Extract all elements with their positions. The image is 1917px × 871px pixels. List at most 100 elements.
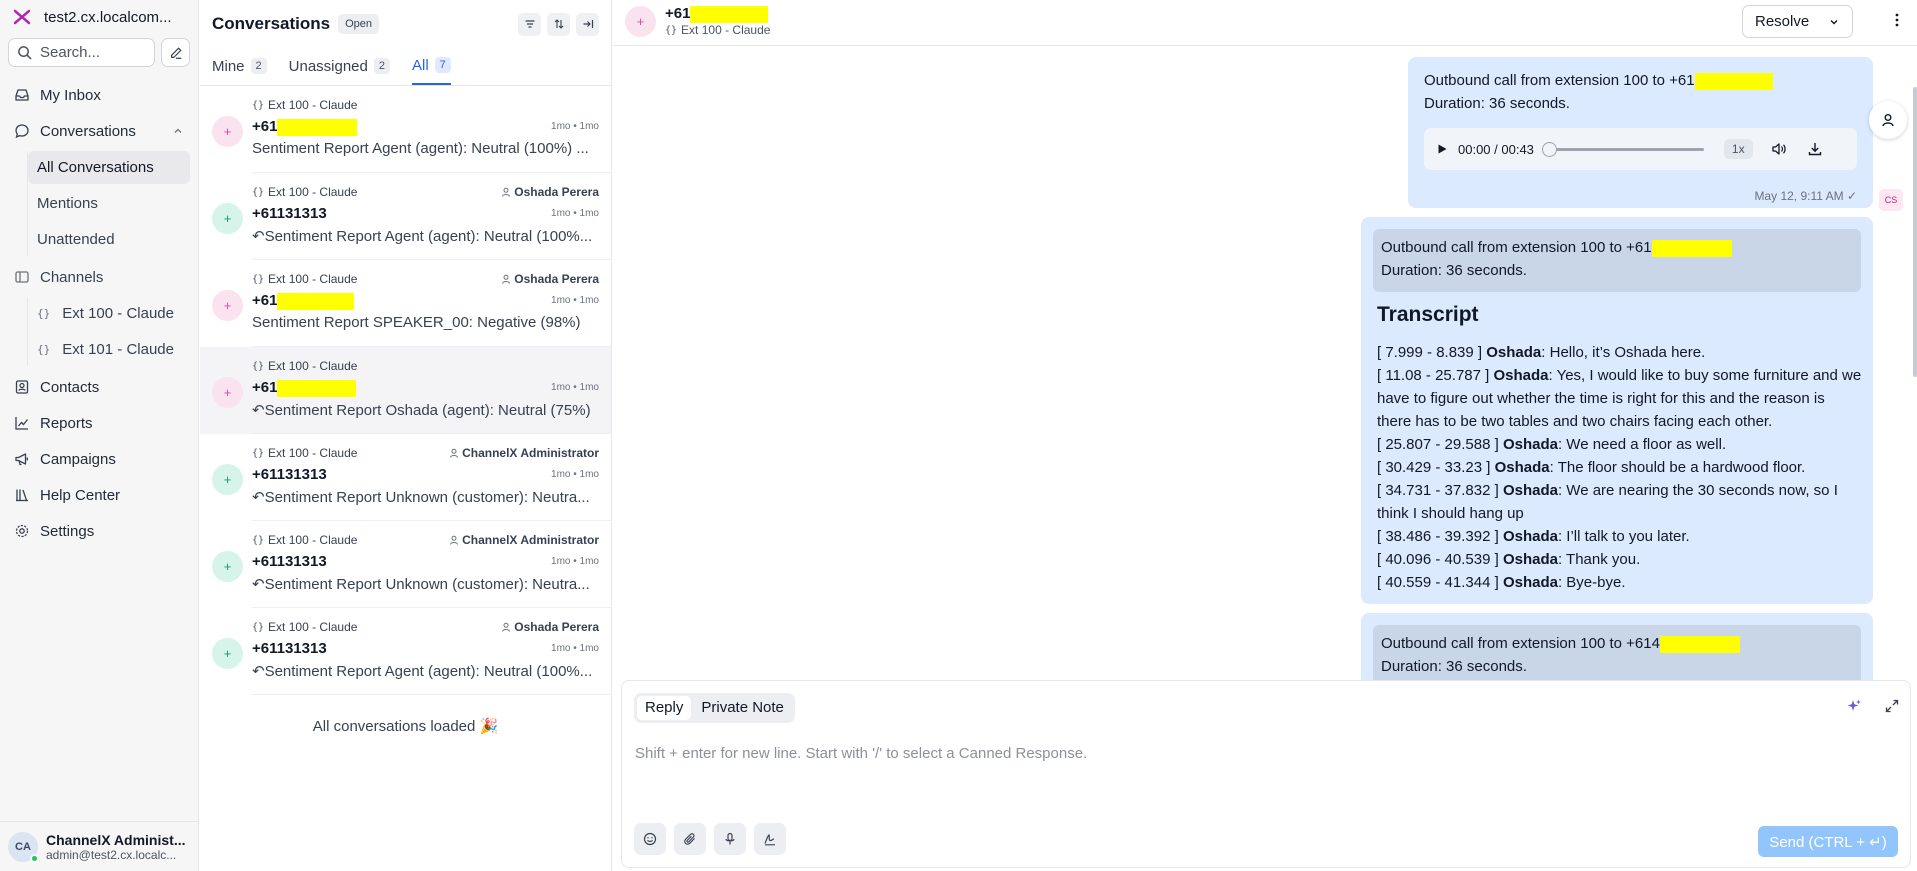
library-icon [16, 489, 28, 502]
download-icon[interactable] [1807, 141, 1823, 157]
record-audio-button[interactable] [714, 823, 746, 855]
channels-icon [15, 271, 29, 283]
transcript-speaker: Oshada [1502, 551, 1558, 568]
list-item[interactable]: + {} Ext 100 - Claude Oshada Perera +6113… [200, 608, 611, 695]
inbox-label: {} Ext 100 - Claude [252, 272, 357, 286]
playback-rate-button[interactable]: 1x [1723, 139, 1753, 159]
edit-icon [170, 47, 181, 59]
nav-my-inbox[interactable]: My Inbox [0, 77, 198, 113]
nav-reports[interactable]: Reports [0, 405, 198, 441]
user-profile[interactable]: CA ChannelX Administ... admin@test2.cx.l… [0, 821, 199, 871]
api-channel-icon: {} [37, 343, 51, 356]
message-thread: Outbound call from extension 100 to +61 … [613, 47, 1917, 680]
contact-name: +61 [252, 292, 355, 310]
tab-unassigned[interactable]: Unassigned 2 [289, 47, 390, 85]
reply-toolbar [634, 823, 786, 855]
call-duration: Duration: 36 seconds. [1381, 262, 1527, 279]
api-channel-icon: {} [252, 186, 265, 198]
emoji-button[interactable] [634, 823, 666, 855]
call-duration: Duration: 36 seconds. [1381, 658, 1527, 675]
sidebar: test2.cx.localcom... Search... My Inbox … [0, 0, 199, 871]
sort-button[interactable] [547, 12, 570, 36]
contact-avatar: + [212, 290, 243, 321]
compose-button[interactable] [161, 38, 190, 67]
chat-bubble-icon [15, 124, 29, 139]
ai-sparkle-icon[interactable] [1846, 698, 1862, 714]
nav-channel-ext100[interactable]: {} Ext 100 - Claude [28, 297, 190, 330]
tab-mine[interactable]: Mine 2 [212, 47, 267, 85]
send-button[interactable]: Send (CTRL + ↵) [1758, 826, 1898, 857]
tab-private-note[interactable]: Private Note [693, 696, 792, 720]
nav-campaigns[interactable]: Campaigns [0, 441, 198, 477]
reply-input[interactable]: Shift + enter for new line. Start with '… [635, 745, 1087, 762]
workspace-switcher[interactable]: test2.cx.localcom... [0, 0, 198, 34]
assignee: Oshada Perera [501, 185, 599, 199]
list-item[interactable]: + {} Ext 100 - Claude +61 1mo • 1mo Senti… [200, 86, 611, 173]
nav-help-center[interactable]: Help Center [0, 477, 198, 513]
status-filter-badge[interactable]: Open [338, 14, 380, 34]
collapse-panel-button[interactable] [576, 12, 599, 36]
nav-settings[interactable]: Settings [0, 513, 198, 549]
list-item[interactable]: + {} Ext 100 - Claude Oshada Perera +61 1… [200, 260, 611, 347]
contact-name: +61131313 [252, 205, 327, 222]
tab-all[interactable]: All 7 [411, 47, 451, 85]
message-bubble: Outbound call from extension 100 to +614… [1361, 613, 1873, 680]
transcript-range: [ 34.731 - 37.832 ] [1377, 482, 1499, 499]
transcript-line: [ 38.486 - 39.392 ] Oshada: I’ll talk to… [1377, 525, 1863, 548]
nav-mentions[interactable]: Mentions [28, 187, 190, 220]
assignee: ChannelX Administrator [449, 533, 599, 547]
contact-avatar: + [212, 116, 243, 147]
inbox-name: Ext 100 - Claude [268, 359, 358, 373]
user-name: ChannelX Administ... [46, 831, 186, 848]
chevron-up-icon[interactable] [172, 125, 184, 137]
nav-contacts[interactable]: Contacts [0, 369, 198, 405]
user-email: admin@test2.cx.localc... [46, 847, 177, 862]
audio-time: 00:00 / 00:43 [1458, 141, 1534, 157]
nav-conversations[interactable]: Conversations [0, 113, 198, 149]
nav-channel-ext101[interactable]: {} Ext 101 - Claude [28, 333, 190, 366]
audio-seek-bar[interactable] [1541, 141, 1704, 157]
contact-name-text: +61 [252, 118, 278, 135]
list-item[interactable]: + {} Ext 100 - Claude ChannelX Administra… [200, 434, 611, 521]
resolve-button[interactable]: Resolve [1742, 5, 1853, 38]
nav-settings-label: Settings [40, 522, 95, 540]
scrollbar[interactable] [1913, 87, 1917, 377]
filter-button[interactable] [518, 12, 541, 36]
nav-all-conversations[interactable]: All Conversations [28, 151, 190, 184]
sort-arrows-icon [554, 19, 563, 29]
tab-reply[interactable]: Reply [637, 696, 692, 720]
nav-channels[interactable]: Channels [0, 259, 198, 295]
avatar-initials: CA [15, 840, 31, 853]
inbox-icon [15, 89, 29, 101]
signature-button[interactable] [754, 823, 786, 855]
nav-unattended[interactable]: Unattended [28, 223, 190, 256]
inbox-name: Ext 100 - Claude [268, 533, 358, 547]
volume-icon[interactable] [1771, 141, 1787, 157]
conversation-list-title: Conversations [212, 14, 331, 33]
contact-details-toggle[interactable] [1869, 101, 1907, 139]
play-icon[interactable] [1436, 143, 1448, 155]
last-message-preview: ↶Sentiment Report Unknown (customer): Ne… [252, 488, 600, 506]
timestamp: 1mo • 1mo [551, 556, 599, 567]
more-vertical-icon[interactable] [1895, 12, 1899, 28]
reply-arrow-icon: ↶ [252, 663, 265, 680]
chevron-down-icon[interactable] [1828, 16, 1840, 28]
contact-name-text: +61 [252, 292, 278, 309]
list-item[interactable]: + {} Ext 100 - Claude +61 1mo • 1mo ↶Sent… [200, 347, 611, 434]
expand-icon[interactable] [1884, 698, 1900, 714]
list-item[interactable]: + {} Ext 100 - Claude ChannelX Administra… [200, 521, 611, 608]
nav-channels-label: Channels [40, 268, 104, 286]
contact-avatar: + [212, 203, 243, 234]
resolve-label: Resolve [1755, 13, 1810, 30]
attach-button[interactable] [674, 823, 706, 855]
contact-avatar[interactable]: + [625, 6, 656, 37]
audio-player: 00:00 / 00:43 1x [1424, 128, 1857, 170]
search-input[interactable]: Search... [8, 38, 155, 67]
contact-avatar: + [212, 377, 243, 408]
online-status-dot [30, 853, 39, 863]
transcript-text: : The floor should be a hardwood floor. [1549, 459, 1806, 476]
audio-seek-handle[interactable] [1541, 141, 1557, 157]
list-item[interactable]: + {} Ext 100 - Claude Oshada Perera +6113… [200, 173, 611, 260]
contact-name[interactable]: +61 [665, 5, 769, 23]
inbox-label: {} Ext 100 - Claude [252, 185, 357, 199]
